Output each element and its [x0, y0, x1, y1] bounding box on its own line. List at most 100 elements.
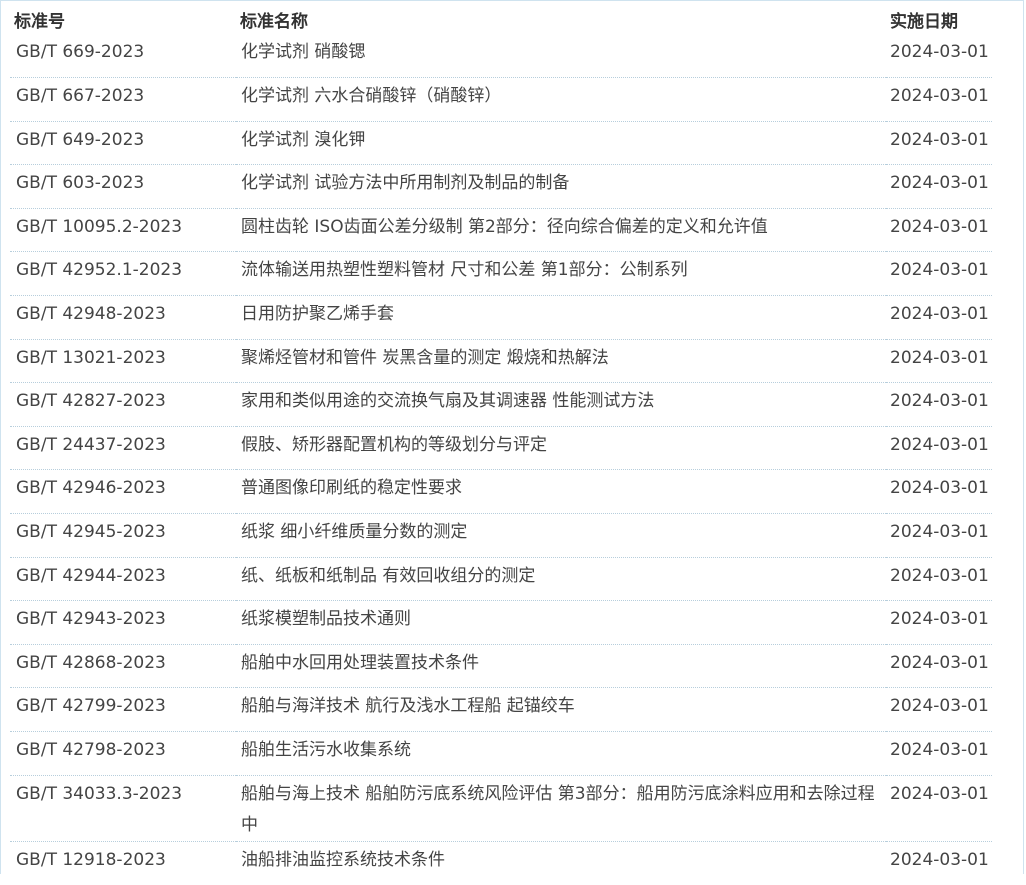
standard-name-link[interactable]: 船舶与海洋技术 航行及浅水工程船 起锚绞车: [241, 691, 886, 722]
table-row[interactable]: GB/T 42827-2023 家用和类似用途的交流换气扇及其调速器 性能测试方法…: [10, 382, 992, 427]
effective-date: 2024-03-01: [886, 295, 992, 340]
table-row[interactable]: GB/T 42945-2023 纸浆 细小纤维质量分数的测定 2024-03-01: [10, 513, 992, 558]
standard-name-link[interactable]: 圆柱齿轮 ISO齿面公差分级制 第2部分：径向综合偏差的定义和允许值: [241, 212, 886, 243]
table-row[interactable]: GB/T 42948-2023 日用防护聚乙烯手套 2024-03-01: [10, 295, 992, 340]
table-row[interactable]: GB/T 42952.1-2023 流体输送用热塑性塑料管材 尺寸和公差 第1部分…: [10, 251, 992, 297]
standard-name-cell: 化学试剂 硝酸锶: [236, 34, 886, 79]
table-row[interactable]: GB/T 42946-2023 普通图像印刷纸的稳定性要求 2024-03-01: [10, 469, 992, 515]
standard-name-cell: 日用防护聚乙烯手套: [236, 295, 886, 340]
table-row[interactable]: GB/T 649-2023 化学试剂 溴化钾 2024-03-01: [10, 121, 992, 166]
table-row[interactable]: GB/T 603-2023 化学试剂 试验方法中所用制剂及制品的制备 2024-03…: [10, 164, 992, 209]
effective-date: 2024-03-01: [886, 34, 992, 79]
standard-name-link[interactable]: 船舶生活污水收集系统: [241, 735, 886, 766]
standard-name-cell: 化学试剂 六水合硝酸锌（硝酸锌）: [236, 77, 886, 122]
standard-code-link[interactable]: GB/T 649-2023: [10, 121, 236, 166]
standards-table: 标准号 标准名称 实施日期 GB/T 669-2023 化学试剂 硝酸锶 2024-…: [10, 5, 992, 885]
table-row[interactable]: GB/T 42944-2023 纸、纸板和纸制品 有效回收组分的测定 2024-03…: [10, 557, 992, 602]
standard-code-link[interactable]: GB/T 42827-2023: [10, 382, 236, 427]
standard-name-link[interactable]: 纸浆 细小纤维质量分数的测定: [241, 517, 886, 548]
effective-date: 2024-03-01: [886, 382, 992, 427]
table-row[interactable]: GB/T 42868-2023 船舶中水回用处理装置技术条件 2024-03-01: [10, 644, 992, 689]
standard-code-link[interactable]: GB/T 42948-2023: [10, 295, 236, 340]
standard-name-cell: 化学试剂 溴化钾: [236, 121, 886, 166]
standard-name-cell: 化学试剂 试验方法中所用制剂及制品的制备: [236, 164, 886, 209]
standard-code-link[interactable]: GB/T 42952.1-2023: [10, 251, 236, 297]
standard-name-cell: 船舶与海洋技术 航行及浅水工程船 起锚绞车: [236, 687, 886, 732]
standard-name-link[interactable]: 家用和类似用途的交流换气扇及其调速器 性能测试方法: [241, 386, 886, 417]
effective-date: 2024-03-01: [886, 644, 992, 689]
standard-code-link[interactable]: GB/T 34033.3-2023: [10, 775, 236, 842]
effective-date: 2024-03-01: [886, 775, 992, 842]
standard-code-link[interactable]: GB/T 42799-2023: [10, 687, 236, 732]
effective-date: 2024-03-01: [886, 77, 992, 122]
effective-date: 2024-03-01: [886, 426, 992, 471]
standard-name-cell: 纸、纸板和纸制品 有效回收组分的测定: [236, 557, 886, 602]
table-row[interactable]: GB/T 42798-2023 船舶生活污水收集系统 2024-03-01: [10, 731, 992, 776]
standard-name-link[interactable]: 纸浆模塑制品技术通则: [241, 604, 886, 635]
standard-code-link[interactable]: GB/T 12918-2023: [10, 841, 236, 885]
table-body: GB/T 669-2023 化学试剂 硝酸锶 2024-03-01 GB/T 667-…: [10, 34, 992, 885]
standard-name-cell: 油船排油监控系统技术条件: [236, 841, 886, 885]
standard-code-link[interactable]: GB/T 42946-2023: [10, 469, 236, 515]
standard-name-link[interactable]: 聚烯烃管材和管件 炭黑含量的测定 煅烧和热解法: [241, 343, 886, 374]
table-header-row: 标准号 标准名称 实施日期: [10, 5, 992, 34]
table-row[interactable]: GB/T 12918-2023 油船排油监控系统技术条件 2024-03-01: [10, 841, 992, 885]
standard-name-link[interactable]: 化学试剂 硝酸锶: [241, 37, 886, 68]
standard-name-cell: 普通图像印刷纸的稳定性要求: [236, 469, 886, 515]
effective-date: 2024-03-01: [886, 339, 992, 384]
standard-name-cell: 纸浆 细小纤维质量分数的测定: [236, 513, 886, 558]
effective-date: 2024-03-01: [886, 121, 992, 166]
standard-name-link[interactable]: 普通图像印刷纸的稳定性要求: [241, 473, 886, 504]
standard-name-link[interactable]: 假肢、矫形器配置机构的等级划分与评定: [241, 430, 886, 461]
standard-name-cell: 船舶与海上技术 船舶防污底系统风险评估 第3部分：船用防污底涂料应用和去除过程中: [236, 775, 886, 842]
standard-code-link[interactable]: GB/T 13021-2023: [10, 339, 236, 384]
standard-code-link[interactable]: GB/T 603-2023: [10, 164, 236, 209]
standard-code-link[interactable]: GB/T 24437-2023: [10, 426, 236, 471]
table-row[interactable]: GB/T 34033.3-2023 船舶与海上技术 船舶防污底系统风险评估 第3部…: [10, 775, 992, 842]
effective-date: 2024-03-01: [886, 731, 992, 776]
standard-name-cell: 家用和类似用途的交流换气扇及其调速器 性能测试方法: [236, 382, 886, 427]
standard-name-link[interactable]: 流体输送用热塑性塑料管材 尺寸和公差 第1部分：公制系列: [241, 255, 886, 286]
table-row[interactable]: GB/T 42943-2023 纸浆模塑制品技术通则 2024-03-01: [10, 600, 992, 645]
table-row[interactable]: GB/T 669-2023 化学试剂 硝酸锶 2024-03-01: [10, 34, 992, 79]
effective-date: 2024-03-01: [890, 849, 989, 870]
standard-code-link[interactable]: GB/T 42944-2023: [10, 557, 236, 602]
effective-date: 2024-03-01: [886, 557, 992, 602]
standard-name-cell: 圆柱齿轮 ISO齿面公差分级制 第2部分：径向综合偏差的定义和允许值: [236, 208, 886, 253]
standard-name-cell: 聚烯烃管材和管件 炭黑含量的测定 煅烧和热解法: [236, 339, 886, 384]
effective-date: 2024-03-01: [886, 251, 992, 297]
standard-code-link[interactable]: GB/T 669-2023: [10, 34, 236, 79]
standard-code-link[interactable]: GB/T 10095.2-2023: [10, 208, 236, 253]
table-row[interactable]: GB/T 667-2023 化学试剂 六水合硝酸锌（硝酸锌） 2024-03-01: [10, 77, 992, 122]
standard-name-link[interactable]: 化学试剂 六水合硝酸锌（硝酸锌）: [241, 81, 886, 112]
effective-date: 2024-03-01: [886, 469, 992, 515]
effective-date: 2024-03-01: [886, 687, 992, 732]
table-row[interactable]: GB/T 13021-2023 聚烯烃管材和管件 炭黑含量的测定 煅烧和热解法 20…: [10, 339, 992, 384]
table-row[interactable]: GB/T 10095.2-2023 圆柱齿轮 ISO齿面公差分级制 第2部分：径向…: [10, 208, 992, 253]
standard-name-link[interactable]: 船舶中水回用处理装置技术条件: [241, 648, 886, 679]
standard-name-cell: 流体输送用热塑性塑料管材 尺寸和公差 第1部分：公制系列: [236, 251, 886, 297]
standard-code-link[interactable]: GB/T 42945-2023: [10, 513, 236, 558]
standard-code-link[interactable]: GB/T 42798-2023: [10, 731, 236, 776]
standard-name-cell: 假肢、矫形器配置机构的等级划分与评定: [236, 426, 886, 471]
header-standard-name[interactable]: 标准名称: [236, 5, 886, 34]
standard-name-cell: 船舶中水回用处理装置技术条件: [236, 644, 886, 689]
standard-code-link[interactable]: GB/T 42943-2023: [10, 600, 236, 645]
effective-date: 2024-03-01: [886, 208, 992, 253]
standard-name-link[interactable]: 纸、纸板和纸制品 有效回收组分的测定: [241, 561, 886, 592]
effective-date: 2024-03-01: [886, 513, 992, 558]
table-row[interactable]: GB/T 42799-2023 船舶与海洋技术 航行及浅水工程船 起锚绞车 2024…: [10, 687, 992, 732]
standard-name-link[interactable]: 化学试剂 试验方法中所用制剂及制品的制备: [241, 168, 886, 199]
header-effective-date[interactable]: 实施日期: [886, 5, 992, 34]
standard-name-link[interactable]: 油船排油监控系统技术条件: [241, 845, 886, 876]
standard-name-link[interactable]: 化学试剂 溴化钾: [241, 125, 886, 156]
table-row[interactable]: GB/T 24437-2023 假肢、矫形器配置机构的等级划分与评定 2024-03…: [10, 426, 992, 471]
standard-code-link[interactable]: GB/T 42868-2023: [10, 644, 236, 689]
standard-name-cell: 船舶生活污水收集系统: [236, 731, 886, 776]
standard-name-link[interactable]: 船舶与海上技术 船舶防污底系统风险评估 第3部分：船用防污底涂料应用和去除过程中: [241, 779, 886, 841]
effective-date: 2024-03-01: [886, 600, 992, 645]
effective-date: 2024-03-01: [886, 164, 992, 209]
standard-code-link[interactable]: GB/T 667-2023: [10, 77, 236, 122]
header-standard-code[interactable]: 标准号: [10, 5, 236, 34]
standard-name-link[interactable]: 日用防护聚乙烯手套: [241, 299, 886, 330]
